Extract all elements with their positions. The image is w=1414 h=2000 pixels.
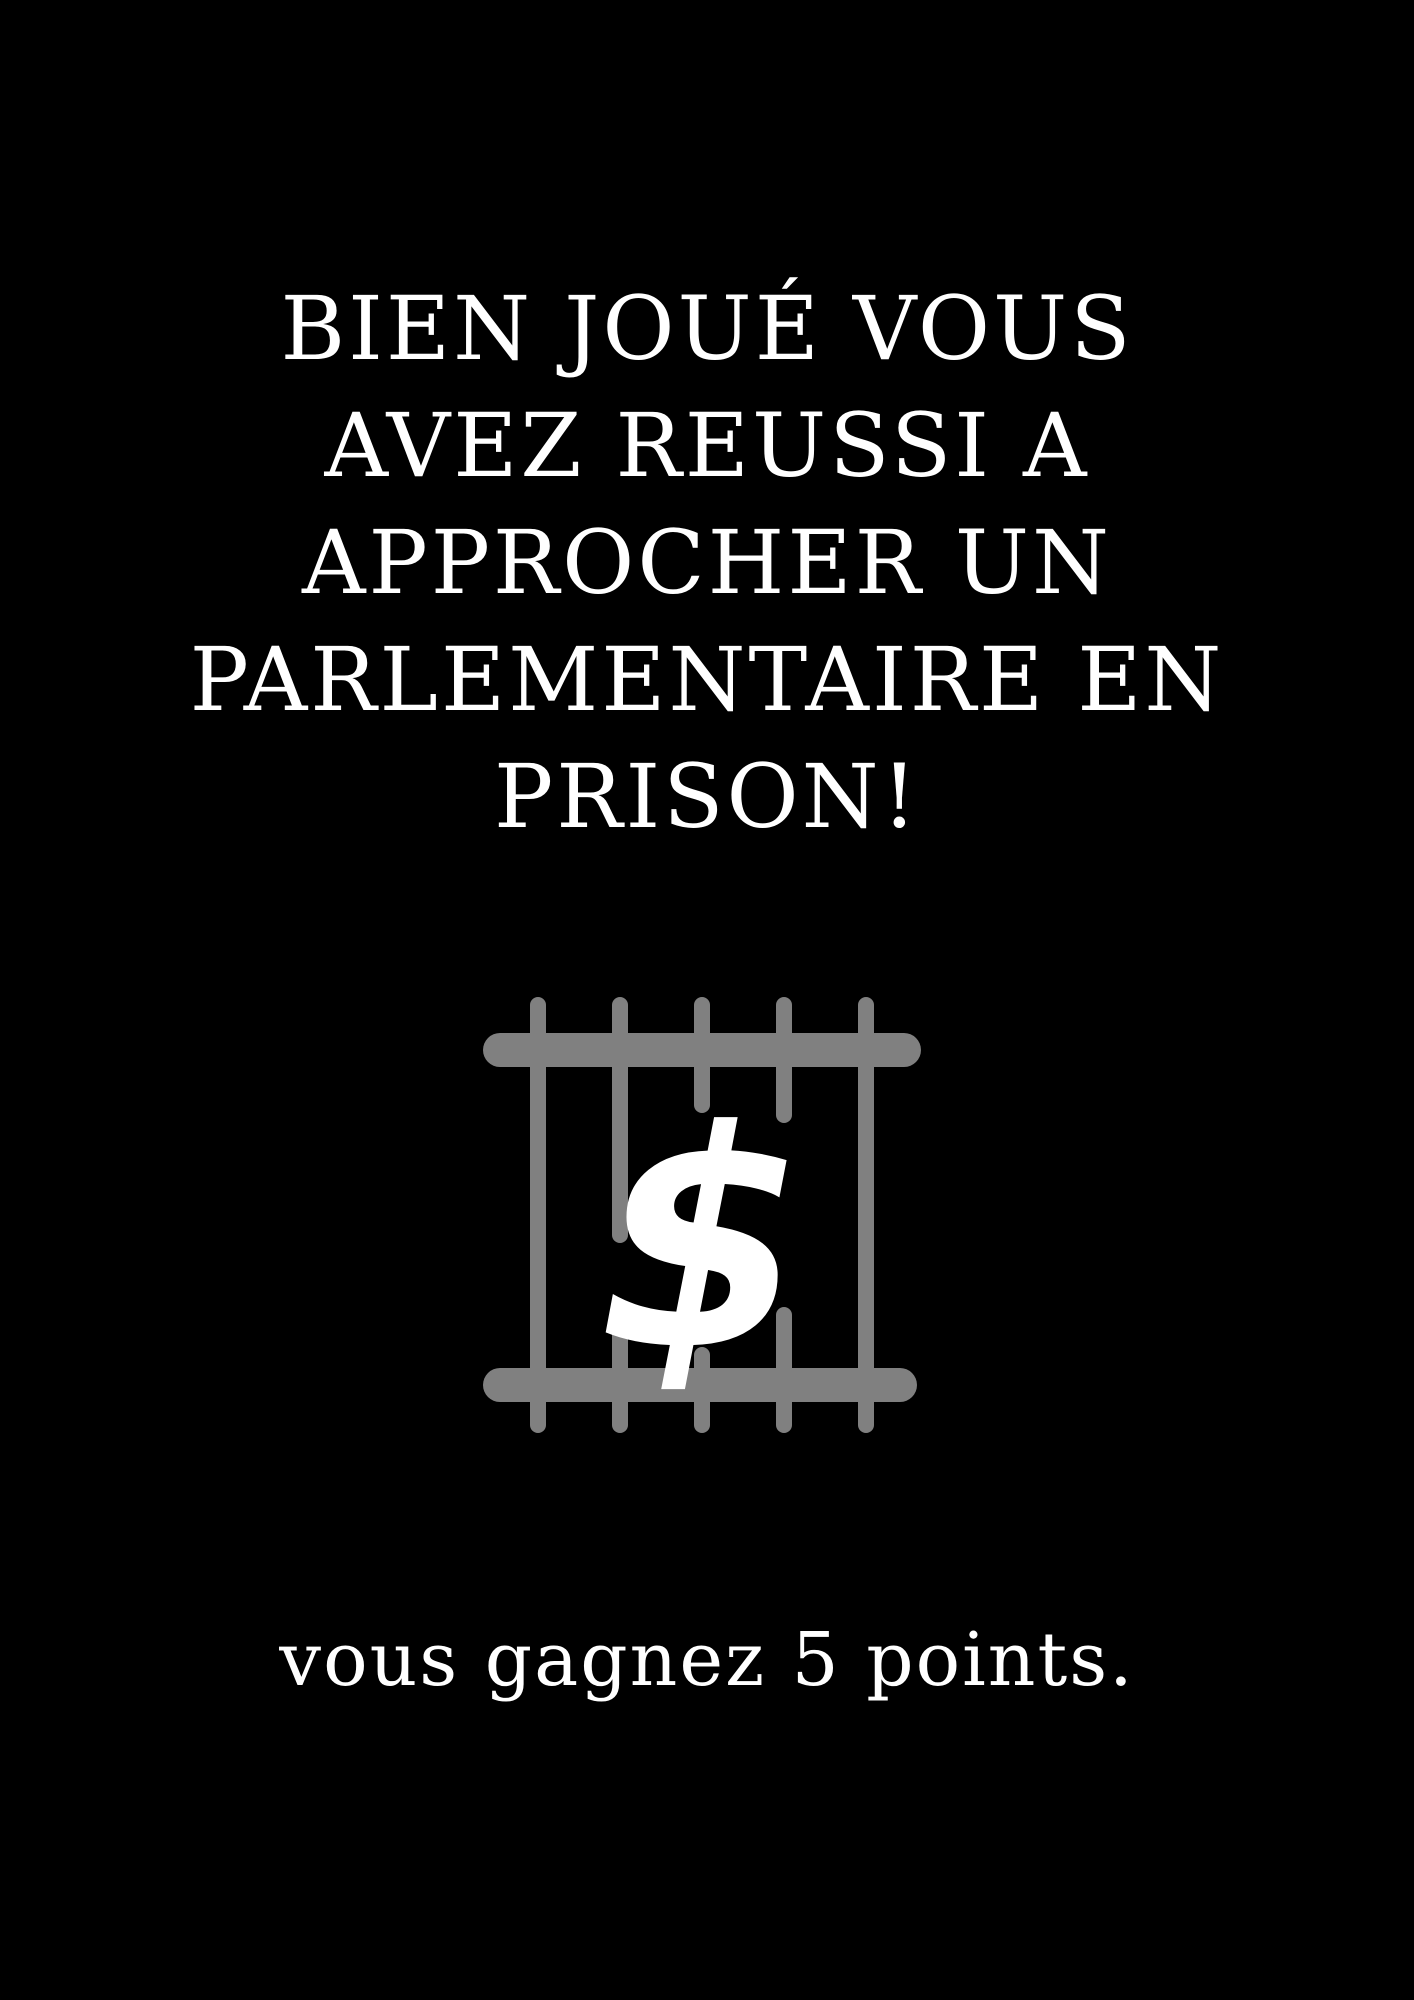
jail-bars-icon: $: [483, 997, 921, 1433]
jailed-dollar-icon: $: [480, 995, 930, 1445]
game-card: BIEN JOUÉ VOUS AVEZ REUSSI A APPROCHER U…: [0, 0, 1414, 2000]
card-title-line-4: PARLEMENTAIRE EN: [189, 628, 1225, 731]
card-title-line-2: AVEZ REUSSI A: [324, 394, 1090, 497]
dollar-sign: $: [598, 1067, 807, 1416]
card-title-line-1: BIEN JOUÉ VOUS: [280, 277, 1134, 380]
card-title-line-5: PRISON!: [493, 745, 921, 848]
card-title: BIEN JOUÉ VOUS AVEZ REUSSI A APPROCHER U…: [0, 270, 1414, 855]
points-text: vous gagnez 5 points.: [279, 1617, 1135, 1703]
card-title-line-3: APPROCHER UN: [301, 511, 1113, 614]
